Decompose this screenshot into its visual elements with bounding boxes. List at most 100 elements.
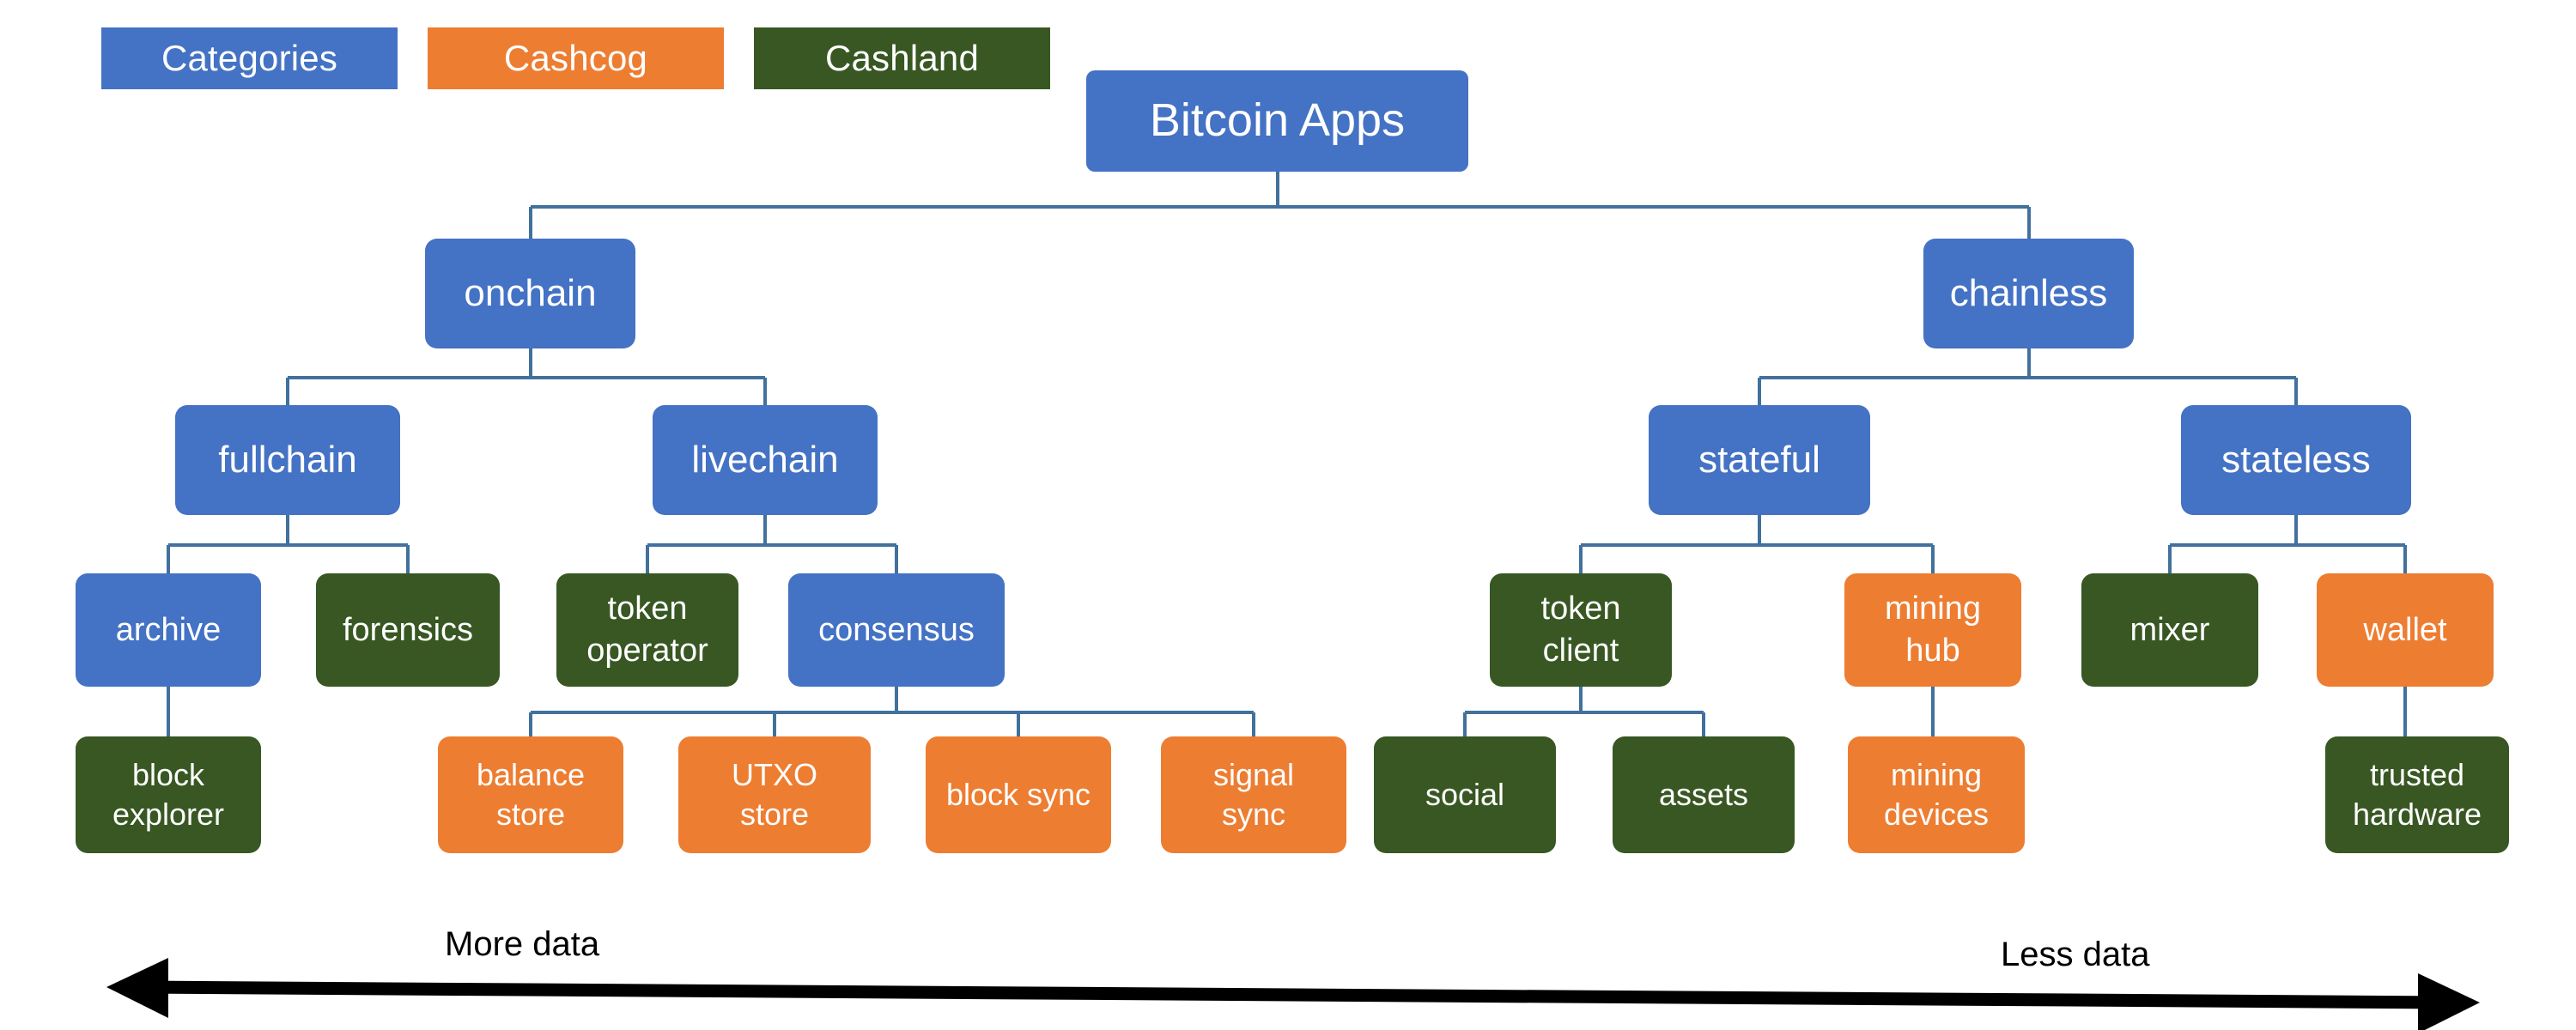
- node-tokenclient[interactable]: token client: [1490, 573, 1672, 687]
- node-label-line1: balance: [476, 756, 586, 792]
- node-signalsync[interactable]: signal sync: [1161, 736, 1346, 853]
- node-label-line2: explorer: [112, 797, 225, 832]
- node-forensics[interactable]: forensics: [316, 573, 500, 687]
- node-blocksync[interactable]: block sync: [926, 736, 1111, 853]
- connector-stem-consensus: [895, 687, 898, 713]
- connector-drop-stateful-to-mininghub: [1931, 545, 1935, 573]
- connector-drop-consensus-to-utxostore: [773, 712, 776, 736]
- connector-drop-stateless-to-mixer: [2168, 545, 2172, 573]
- connector-stem-stateless: [2294, 515, 2298, 546]
- node-label: fullchain: [218, 438, 357, 481]
- node-stateless[interactable]: stateless: [2181, 405, 2411, 515]
- node-archive[interactable]: archive: [76, 573, 261, 687]
- node-label-line2: hub: [1905, 633, 1960, 669]
- node-onchain[interactable]: onchain: [425, 239, 635, 348]
- node-label-line1: UTXO: [731, 756, 817, 792]
- node-miningdevices[interactable]: mining devices: [1848, 736, 2025, 853]
- node-label: consensus: [818, 611, 975, 648]
- node-social[interactable]: social: [1374, 736, 1556, 853]
- node-wallet[interactable]: wallet: [2317, 573, 2494, 687]
- node-label: stateless: [2221, 438, 2371, 481]
- node-label-line1: block sync: [945, 776, 1091, 812]
- connector-drop-consensus-to-balancestore: [529, 712, 532, 736]
- node-chainless[interactable]: chainless: [1923, 239, 2134, 348]
- connector-stem-root: [1276, 172, 1279, 207]
- connector-bus-root: [531, 205, 2029, 209]
- node-label: chainless: [1949, 271, 2108, 314]
- node-label-line2: operator: [586, 633, 708, 669]
- connector-drop-fullchain-to-forensics: [406, 545, 410, 573]
- axis-line: [137, 980, 2452, 1009]
- node-label-line1: trusted: [2369, 756, 2465, 792]
- connector-wallet-to-trustedhardware: [2403, 687, 2407, 736]
- axis-arrowhead-left: [106, 958, 168, 1018]
- node-label-line1: mining: [1885, 591, 1981, 627]
- node-label: forensics: [342, 611, 474, 648]
- connector-drop-chainless-to-stateful: [1758, 378, 1761, 405]
- legend-item-label: Cashland: [824, 38, 980, 78]
- node-label-line1: token: [607, 591, 688, 627]
- connector-bus-fullchain: [168, 543, 408, 547]
- axis-label-less-data: Less data: [2001, 936, 2150, 973]
- node-label-line2: store: [739, 797, 810, 832]
- axis-label-more-data: More data: [445, 925, 600, 963]
- connector-stem-tokenclient: [1579, 687, 1583, 713]
- node-mininghub[interactable]: mining hub: [1844, 573, 2021, 687]
- connector-bus-tokenclient: [1465, 711, 1704, 714]
- node-label-line1: signal: [1212, 756, 1295, 792]
- node-label-line2: hardware: [2352, 797, 2482, 832]
- connector-drop-chainless-to-stateless: [2294, 378, 2298, 405]
- node-tokenoperator[interactable]: token operator: [556, 573, 738, 687]
- connector-drop-root-to-chainless: [2027, 207, 2031, 239]
- node-label-line1: block: [131, 756, 205, 792]
- node-label: assets: [1658, 776, 1749, 812]
- legend-item-categories: Categories: [101, 27, 398, 89]
- connector-drop-consensus-to-signalsync: [1252, 712, 1255, 736]
- legend-item-label: Cashcog: [503, 38, 648, 78]
- axis-arrowhead-right: [2418, 973, 2480, 1030]
- node-label: onchain: [464, 271, 597, 314]
- connector-drop-livechain-to-tokenoperator: [646, 545, 649, 573]
- node-label: stateful: [1698, 438, 1820, 481]
- node-blockexplorer[interactable]: block explorer: [76, 736, 261, 853]
- node-label: wallet: [2363, 611, 2447, 648]
- node-fullchain[interactable]: fullchain: [175, 405, 400, 515]
- connector-drop-onchain-to-livechain: [763, 378, 767, 405]
- connector-drop-livechain-to-consensus: [895, 545, 898, 573]
- node-consensus[interactable]: consensus: [788, 573, 1005, 687]
- connector-bus-stateful: [1581, 543, 1933, 547]
- connector-bus-livechain: [647, 543, 896, 547]
- node-label: mixer: [2129, 611, 2210, 648]
- connector-drop-consensus-to-blocksync: [1017, 712, 1020, 736]
- connector-archive-to-blockexplorer: [167, 687, 170, 736]
- node-label-line2: devices: [1883, 797, 1990, 832]
- node-label-line2: store: [495, 797, 566, 832]
- node-label: archive: [115, 611, 222, 648]
- node-label: social: [1425, 776, 1505, 812]
- connector-bus-consensus: [531, 711, 1254, 714]
- connector-bus-stateless: [2170, 543, 2405, 547]
- legend-item-label: Categories: [161, 38, 338, 78]
- connector-stem-livechain: [763, 515, 767, 546]
- legend-item-cashland: Cashland: [754, 27, 1050, 89]
- connector-drop-root-to-onchain: [529, 207, 532, 239]
- node-trustedhardware[interactable]: trusted hardware: [2325, 736, 2509, 853]
- connector-stem-stateful: [1758, 515, 1761, 546]
- node-root[interactable]: Bitcoin Apps: [1086, 70, 1468, 172]
- node-label-line2: client: [1542, 633, 1619, 669]
- connector-drop-stateless-to-wallet: [2403, 545, 2407, 573]
- node-stateful[interactable]: stateful: [1649, 405, 1870, 515]
- node-assets[interactable]: assets: [1613, 736, 1795, 853]
- node-label: Bitcoin Apps: [1149, 94, 1406, 147]
- node-utxostore[interactable]: UTXO store: [678, 736, 871, 853]
- node-livechain[interactable]: livechain: [653, 405, 878, 515]
- node-label-line1: token: [1540, 591, 1621, 627]
- connector-drop-onchain-to-fullchain: [286, 378, 289, 405]
- connector-drop-stateful-to-tokenclient: [1579, 545, 1583, 573]
- connector-stem-chainless: [2027, 348, 2031, 379]
- node-balancestore[interactable]: balance store: [438, 736, 623, 853]
- connector-bus-chainless: [1759, 376, 2296, 379]
- node-mixer[interactable]: mixer: [2081, 573, 2258, 687]
- node-label: livechain: [691, 438, 839, 481]
- connector-drop-tokenclient-to-social: [1463, 712, 1467, 736]
